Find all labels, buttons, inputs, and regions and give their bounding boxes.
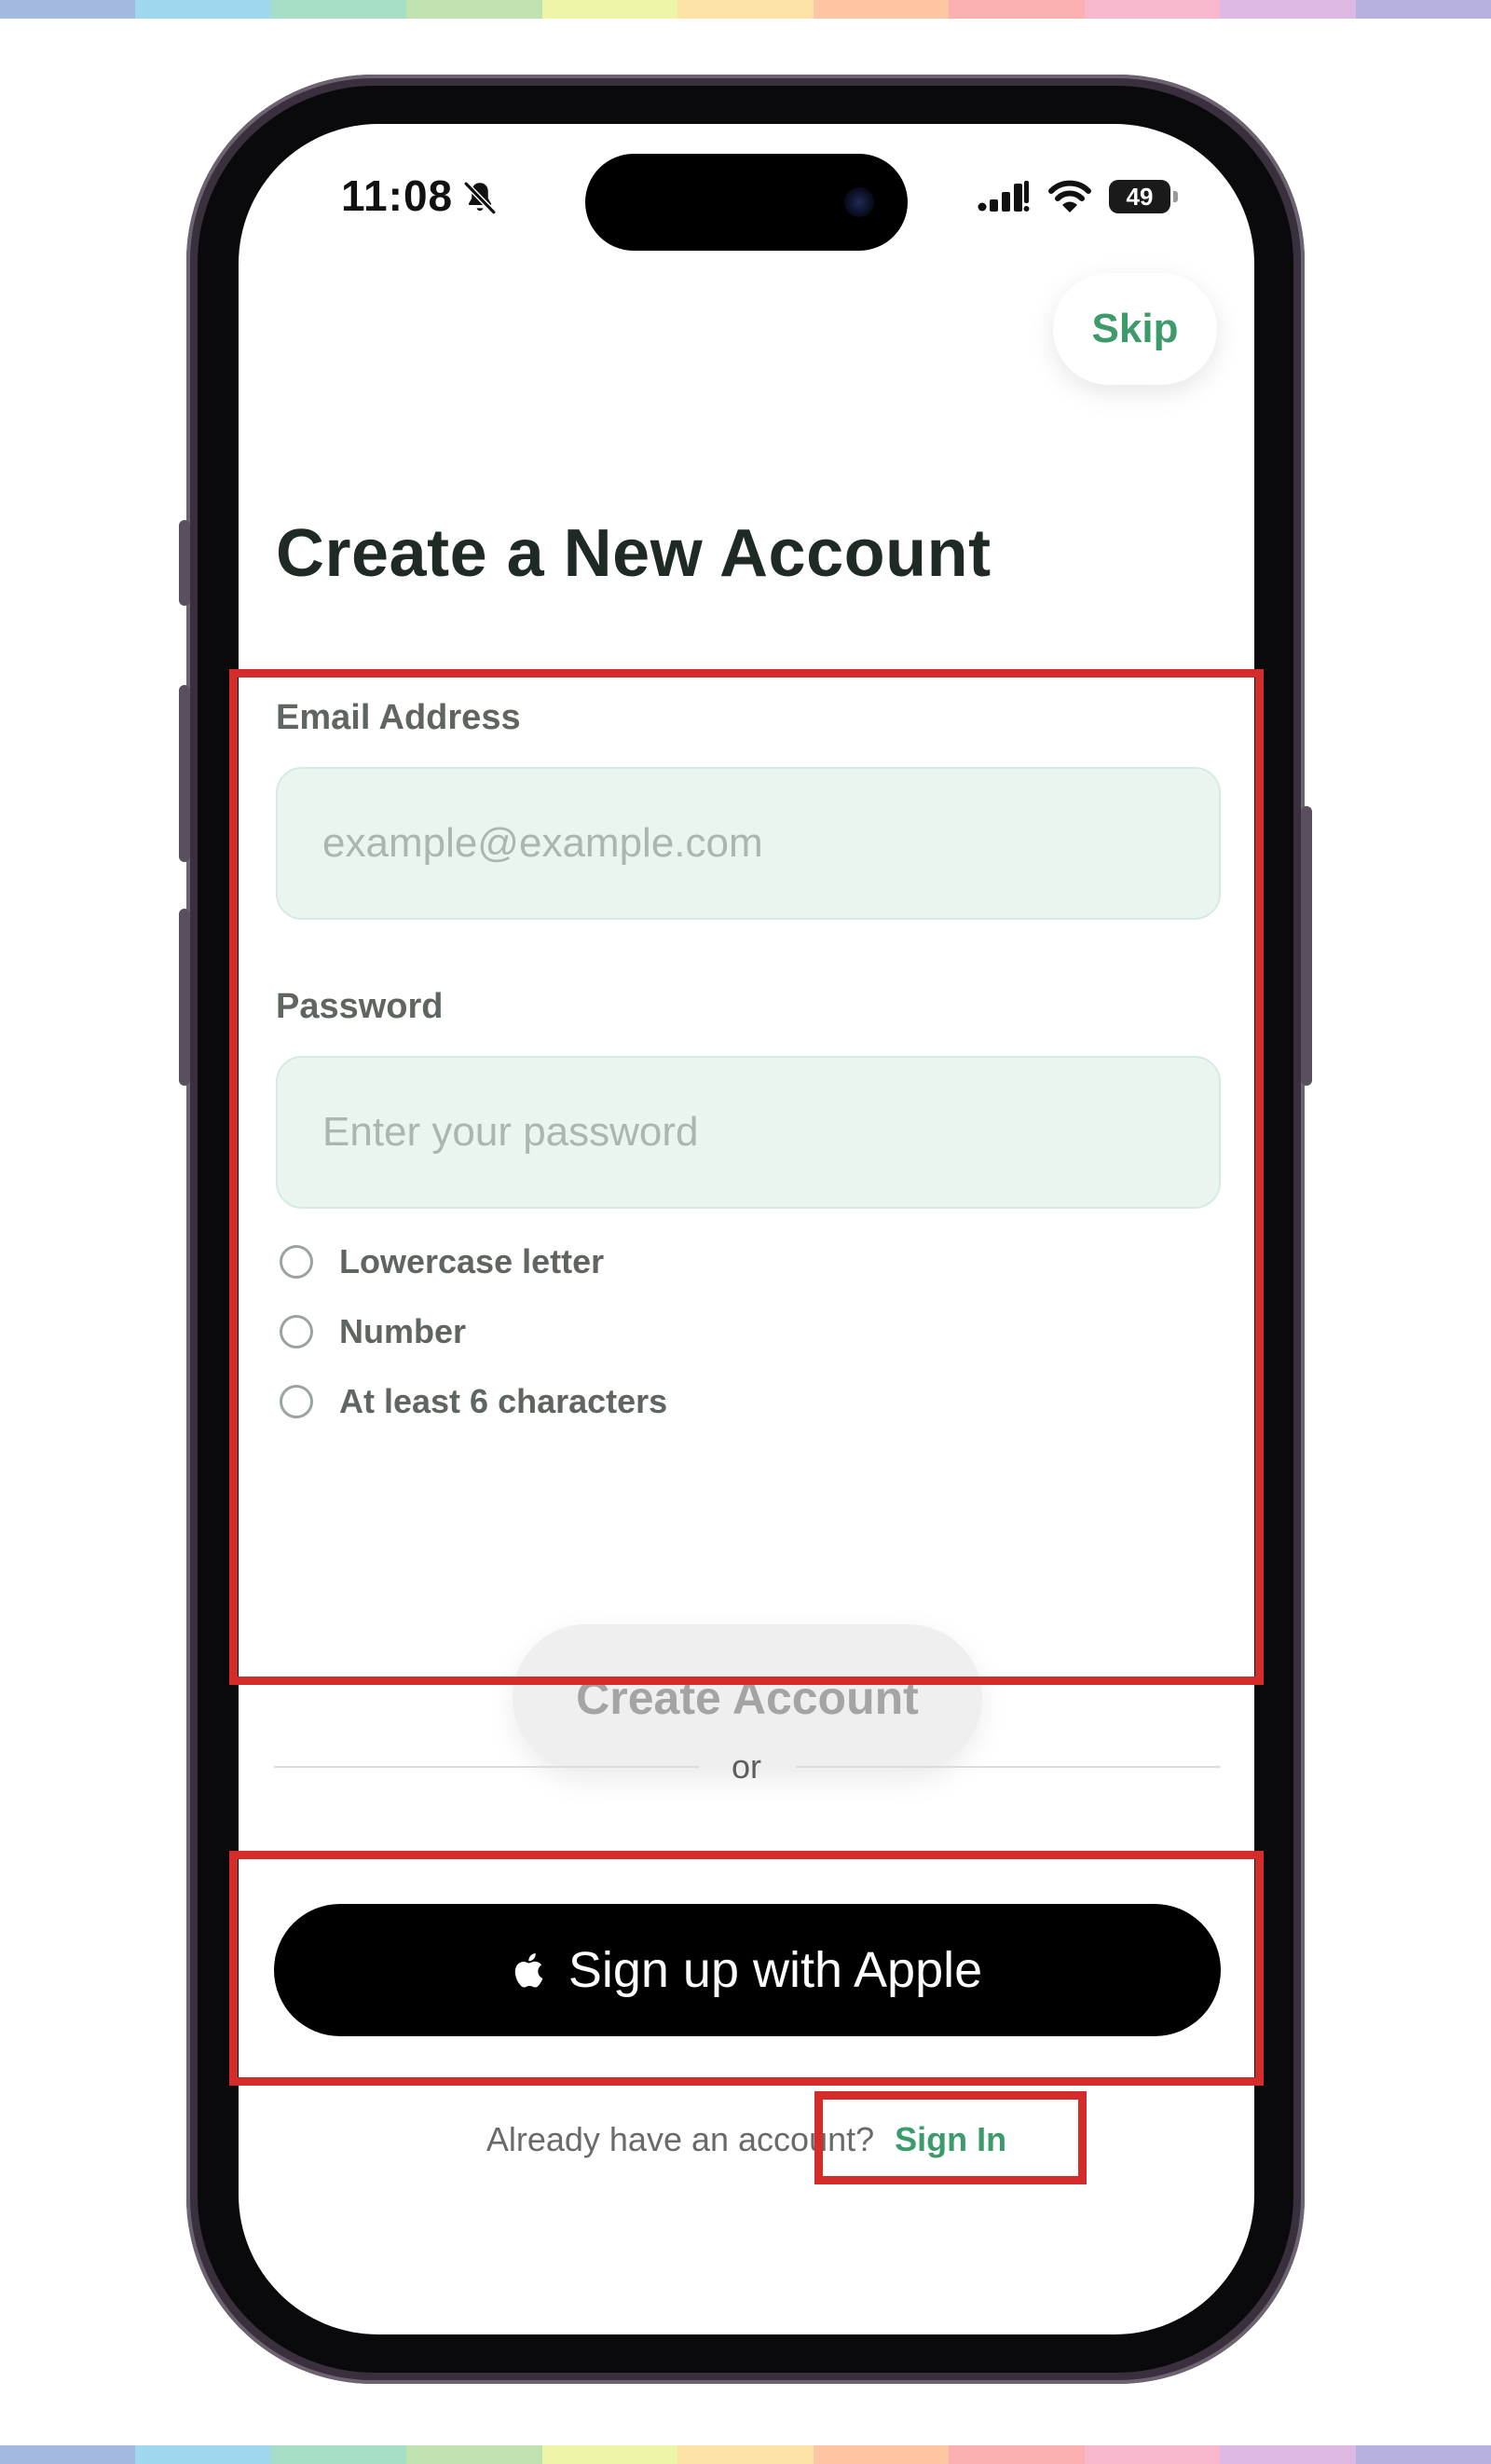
action-button xyxy=(179,520,190,606)
signal-icon xyxy=(978,181,1030,212)
rainbow-segment xyxy=(949,0,1085,19)
rainbow-segment xyxy=(813,2445,950,2464)
rainbow-segment xyxy=(270,0,407,19)
rainbow-segment xyxy=(949,2445,1085,2464)
skip-button[interactable]: Skip xyxy=(1053,273,1217,385)
rainbow-segment xyxy=(270,2445,407,2464)
power-button xyxy=(1301,806,1312,1086)
rainbow-border-top xyxy=(0,0,1491,19)
dynamic-island xyxy=(585,154,908,251)
rainbow-segment xyxy=(677,0,814,19)
rainbow-segment xyxy=(406,2445,542,2464)
rainbow-segment xyxy=(1220,2445,1356,2464)
rainbow-segment xyxy=(541,2445,678,2464)
rainbow-segment xyxy=(541,0,678,19)
battery-icon: 49 xyxy=(1109,180,1178,213)
rainbow-segment xyxy=(135,2445,271,2464)
highlight-box-apple-button xyxy=(229,1851,1264,2086)
signin-row: Already have an account? Sign In xyxy=(239,2120,1254,2159)
divider-line-right xyxy=(796,1766,1221,1768)
page-title: Create a New Account xyxy=(276,516,992,591)
status-icons: 49 xyxy=(977,178,1178,215)
rainbow-segment xyxy=(1220,0,1356,19)
status-time: 11:08 xyxy=(341,171,454,220)
wifi-icon xyxy=(1048,180,1091,212)
rainbow-border-bottom xyxy=(0,2445,1491,2464)
camera-icon xyxy=(844,187,874,217)
highlight-box-signup-form xyxy=(229,669,1264,1685)
rainbow-segment xyxy=(1084,0,1221,19)
rainbow-segment xyxy=(813,0,950,19)
rainbow-segment xyxy=(1355,2445,1491,2464)
bell-slash-icon xyxy=(463,181,497,215)
rainbow-segment xyxy=(135,0,271,19)
volume-up-button xyxy=(179,685,190,862)
rainbow-segment xyxy=(677,2445,814,2464)
highlight-box-sign-in xyxy=(814,2091,1087,2184)
rainbow-segment xyxy=(1084,2445,1221,2464)
rainbow-segment xyxy=(0,2445,136,2464)
rainbow-segment xyxy=(406,0,542,19)
battery-level: 49 xyxy=(1126,182,1154,211)
rainbow-segment xyxy=(0,0,136,19)
volume-down-button xyxy=(179,909,190,1086)
rainbow-segment xyxy=(1355,0,1491,19)
